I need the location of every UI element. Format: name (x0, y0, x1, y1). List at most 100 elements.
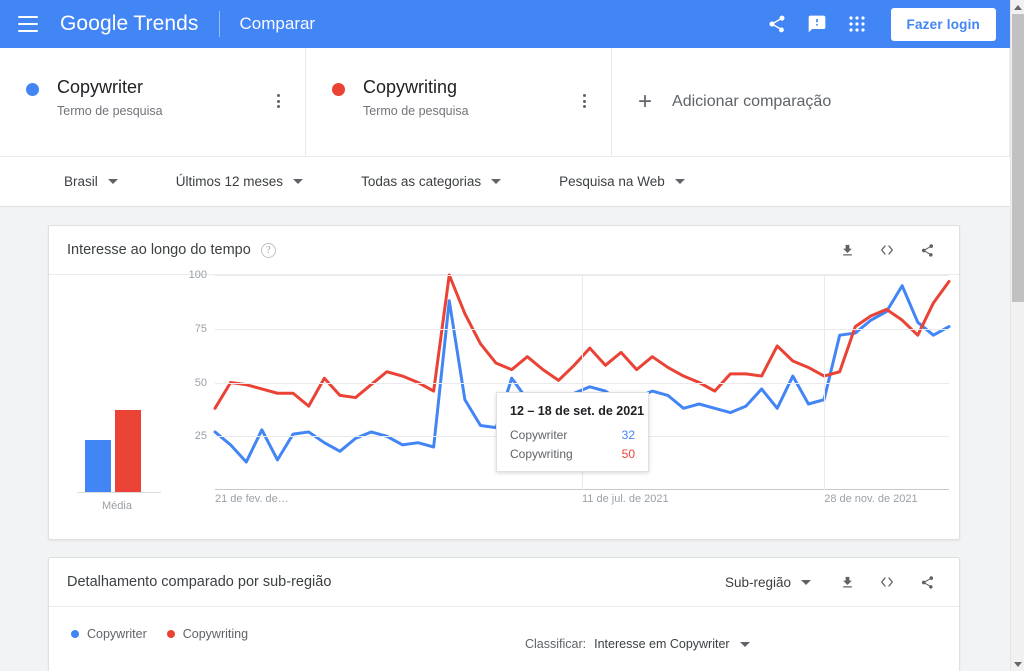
region-legend: Copywriter Copywriting (49, 607, 959, 641)
legend-item-copywriting: Copywriting (166, 627, 249, 641)
appbar-divider (218, 11, 220, 37)
tooltip-series-value-1: 32 (621, 428, 635, 442)
apps-grid-icon[interactable] (837, 4, 877, 44)
x-gridline-2 (824, 275, 826, 490)
region-card-tools: Sub-região (725, 572, 937, 592)
chevron-down-icon (491, 179, 502, 184)
subregion-selector[interactable]: Sub-região (725, 575, 811, 590)
filter-time-range-label: Últimos 12 meses (175, 174, 284, 189)
x-axis-labels: 21 de fev. de… 11 de jul. de 2021 28 de no… (215, 493, 949, 513)
filter-category[interactable]: Todas as categorias (361, 174, 502, 189)
tooltip-series-value-2: 50 (621, 447, 635, 461)
filter-category-label: Todas as categorias (361, 174, 482, 189)
feedback-icon[interactable] (797, 4, 837, 44)
timeseries-plot-wrap: 25 50 75 100 21 de fev. de… 11 de jul. de 20… (171, 269, 949, 520)
chart-tooltip: 12 – 18 de set. de 2021 Copywriter 32 Co… (496, 392, 649, 472)
legend-dot-blue (71, 630, 79, 638)
term-options-kebab-icon-1[interactable] (269, 92, 287, 110)
add-comparison-label: Adicionar comparação (672, 93, 832, 110)
average-bars (63, 317, 171, 492)
sort-value: Interesse em Copywriter (594, 637, 730, 651)
x-axis-tick-0: 21 de fev. de… (215, 493, 289, 505)
google-trends-page: Google Trends Comparar Fazer login Copywr… (0, 0, 1024, 671)
x-axis-tick-1: 11 de jul. de 2021 (582, 493, 669, 505)
average-bar-copywriter (85, 439, 111, 492)
term-texts-2: Copywriting Termo de pesquisa (363, 77, 469, 118)
app-bar: Google Trends Comparar Fazer login (0, 0, 1010, 48)
legend-label-copywriting: Copywriting (182, 627, 249, 641)
chevron-down-icon (739, 641, 750, 647)
search-term-card-1[interactable]: Copywriter Termo de pesquisa (0, 48, 306, 156)
brand-google-label: Google (60, 12, 129, 35)
interest-card-tools (837, 240, 937, 260)
average-bar-copywriting (115, 409, 141, 492)
tooltip-row-1: Copywriter 32 (510, 428, 635, 442)
interest-card-header: Interesse ao longo do tempo ? (49, 226, 959, 275)
share-icon[interactable] (917, 240, 937, 260)
chevron-down-icon (801, 579, 811, 585)
scroll-down-arrow-icon[interactable] (1011, 657, 1024, 671)
legend-item-copywriter: Copywriter (71, 627, 147, 641)
interest-card-title: Interesse ao longo do tempo (67, 242, 251, 258)
region-card-header: Detalhamento comparado por sub-região Su… (49, 558, 959, 607)
region-card-title: Detalhamento comparado por sub-região (67, 574, 332, 590)
filter-location[interactable]: Brasil (64, 174, 118, 189)
y-axis-tick-75: 75 (194, 322, 207, 335)
y-axis-labels: 25 50 75 100 (171, 269, 213, 490)
filter-time-range[interactable]: Últimos 12 meses (175, 174, 304, 189)
page-scrollbar[interactable] (1010, 0, 1024, 671)
tooltip-row-2: Copywriting 50 (510, 447, 635, 461)
add-comparison-button[interactable]: + Adicionar comparação (612, 48, 1010, 156)
comparison-terms-row: Copywriter Termo de pesquisa Copywriting… (0, 48, 1010, 157)
plus-icon: + (638, 88, 653, 115)
interest-over-time-card: Interesse ao longo do tempo ? Média 25 5… (48, 225, 960, 540)
legend-dot-red (166, 630, 175, 638)
term-options-kebab-icon-2[interactable] (575, 92, 593, 110)
brand-trends-label: Trends (133, 12, 199, 35)
term-name-1: Copywriter (57, 77, 144, 97)
sort-label: Classificar: (525, 637, 587, 651)
term-subtitle-1: Termo de pesquisa (57, 104, 163, 118)
y-axis-tick-100: 100 (188, 269, 207, 281)
chevron-down-icon (107, 179, 118, 184)
chevron-down-icon (293, 179, 304, 184)
region-breakdown-card: Detalhamento comparado por sub-região Su… (48, 557, 960, 671)
average-baseline (77, 492, 161, 493)
section-title: Comparar (239, 14, 316, 33)
tooltip-series-name-1: Copywriter (510, 428, 568, 442)
help-icon[interactable]: ? (260, 242, 276, 258)
filter-location-label: Brasil (64, 174, 98, 189)
term-color-dot-red (332, 83, 345, 96)
download-icon[interactable] (837, 572, 857, 592)
chevron-down-icon (674, 179, 685, 184)
legend-label-copywriter: Copywriter (87, 627, 147, 641)
sort-control[interactable]: Classificar: Interesse em Copywriter (525, 637, 750, 651)
y-axis-tick-50: 50 (194, 376, 207, 389)
filter-search-type[interactable]: Pesquisa na Web (559, 174, 685, 189)
term-color-dot-blue (26, 83, 39, 96)
filter-search-type-label: Pesquisa na Web (559, 174, 665, 189)
share-icon[interactable] (757, 4, 797, 44)
embed-code-icon[interactable] (877, 572, 897, 592)
scrollbar-thumb[interactable] (1012, 14, 1024, 302)
average-label: Média (102, 500, 132, 512)
filters-row: Brasil Últimos 12 meses Todas as categor… (0, 157, 1010, 207)
term-name-2: Copywriting (363, 77, 458, 97)
scroll-up-arrow-icon[interactable] (1011, 0, 1024, 14)
term-subtitle-2: Termo de pesquisa (363, 104, 469, 118)
term-texts-1: Copywriter Termo de pesquisa (57, 77, 163, 118)
y-axis-tick-25: 25 (194, 430, 207, 443)
search-term-card-2[interactable]: Copywriting Termo de pesquisa (306, 48, 612, 156)
tooltip-date: 12 – 18 de set. de 2021 (510, 404, 645, 418)
embed-code-icon[interactable] (877, 240, 897, 260)
interest-chart-area: Média 25 50 75 100 21 de fev. de… 11 de jul.… (49, 269, 959, 540)
share-icon[interactable] (917, 572, 937, 592)
login-button[interactable]: Fazer login (890, 7, 996, 41)
average-bar-chart: Média (63, 275, 171, 520)
page-body: Interesse ao longo do tempo ? Média 25 5… (0, 207, 1010, 671)
tooltip-series-name-2: Copywriting (510, 447, 573, 461)
brand-logo[interactable]: Google Trends (60, 12, 199, 36)
subregion-selector-label: Sub-região (724, 574, 791, 590)
hamburger-menu-icon[interactable] (18, 16, 38, 32)
download-icon[interactable] (837, 240, 857, 260)
